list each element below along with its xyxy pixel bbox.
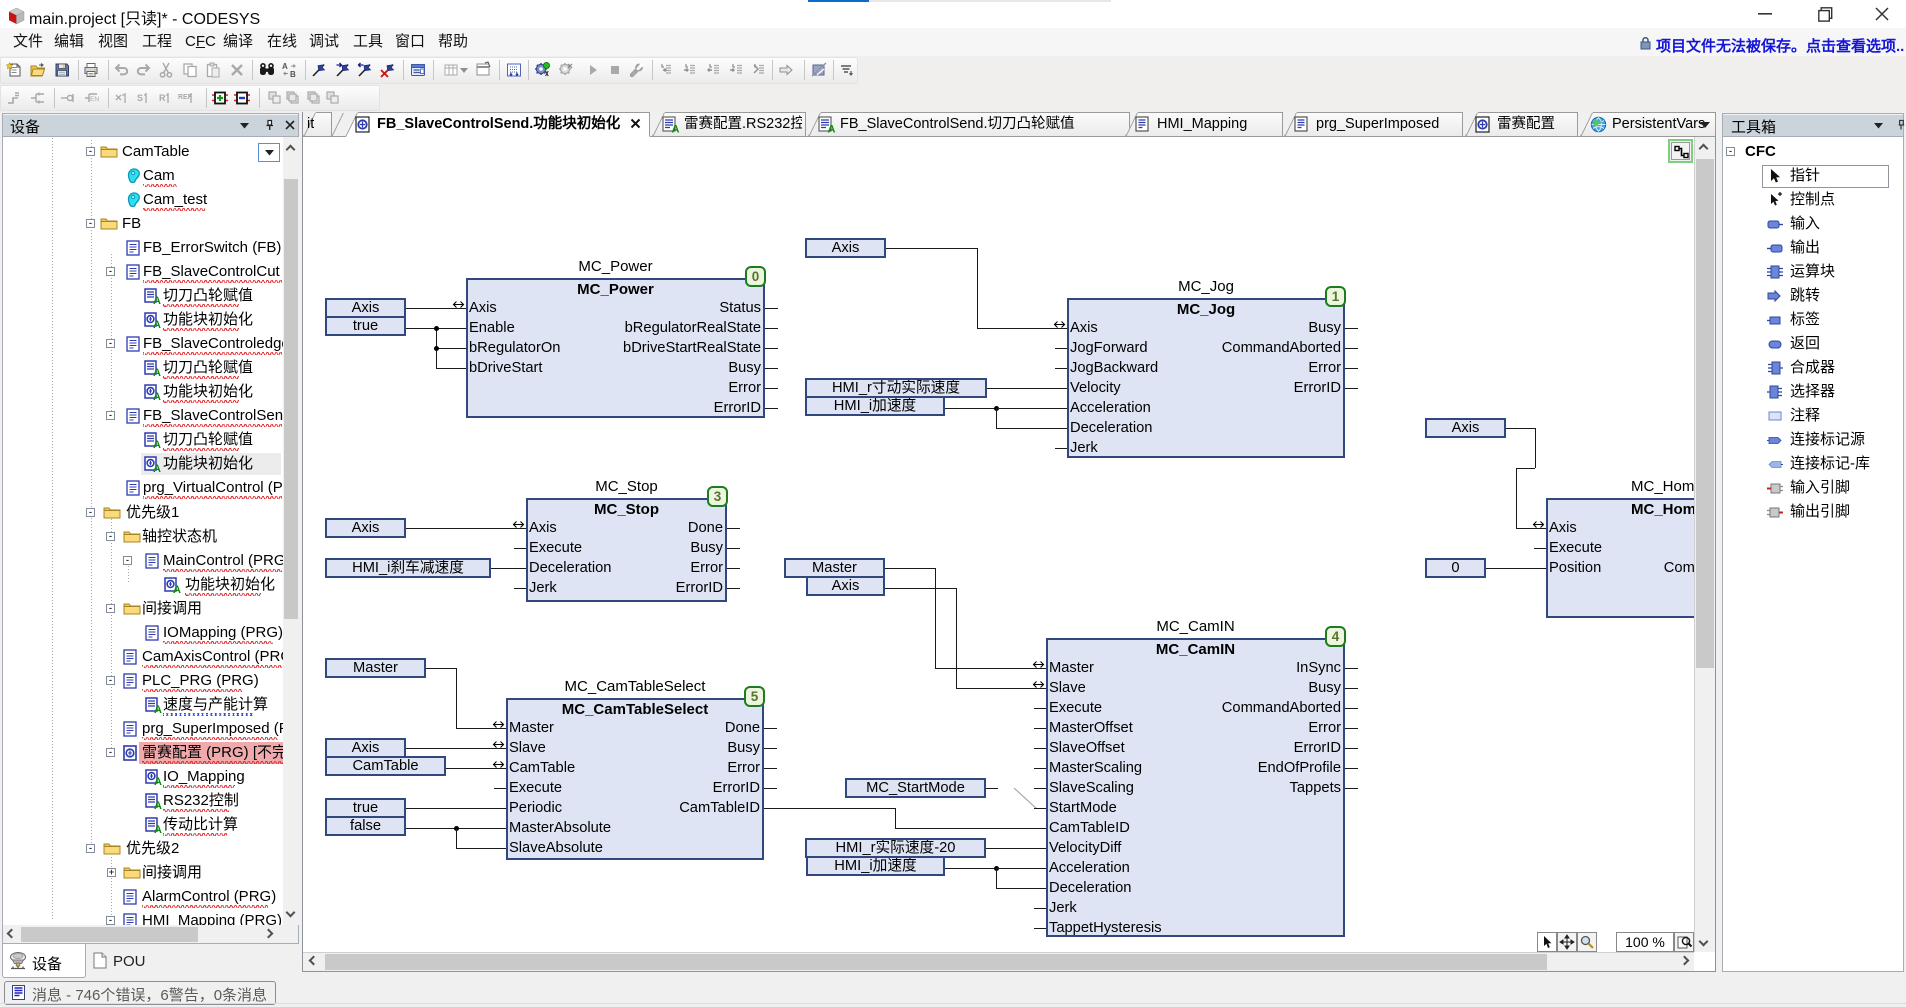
svg-text:A: A [154,704,162,716]
svg-text:R: R [159,93,166,103]
svg-text:A: A [173,584,181,596]
svg-text:A: A [154,824,162,836]
svg-text:S: S [137,93,143,103]
svg-text:A: A [282,62,288,71]
svg-text:A: A [153,463,161,475]
svg-text:A: A [154,776,162,788]
svg-text:EN: EN [90,96,99,103]
svg-text:A: A [153,439,161,451]
svg-text:A: A [153,319,161,331]
svg-text:A: A [153,367,161,379]
svg-text:B: B [290,70,296,79]
svg-text:A: A [672,124,680,136]
svg-text:A: A [828,124,836,136]
svg-text:A: A [154,800,162,812]
svg-text:A: A [153,391,161,403]
svg-text:A: A [153,295,161,307]
